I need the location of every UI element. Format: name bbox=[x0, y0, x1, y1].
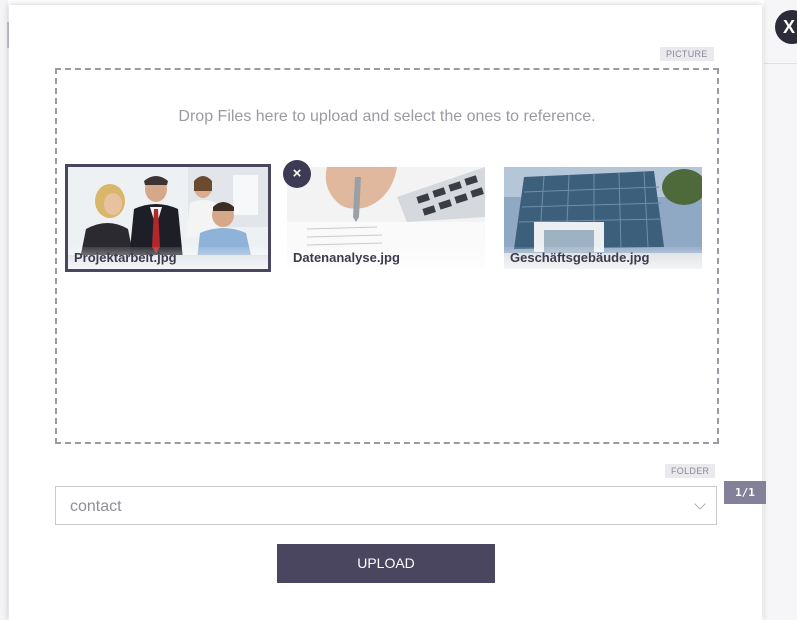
file-name-label: Datenanalyse.jpg bbox=[287, 247, 485, 269]
background-page-left bbox=[0, 0, 8, 620]
file-thumbnail-geschaeftsgebaeude[interactable]: Geschäftsgebäude.jpg bbox=[504, 167, 702, 269]
close-icon: × bbox=[292, 165, 302, 182]
file-name-label: Projektarbeit.jpg bbox=[68, 247, 268, 269]
dropzone-instructions: Drop Files here to upload and select the… bbox=[178, 108, 596, 125]
picture-label: PICTURE bbox=[660, 47, 714, 61]
file-thumbnail-projektarbeit[interactable]: Projektarbeit.jpg bbox=[65, 164, 271, 272]
folder-select[interactable]: contact bbox=[55, 486, 717, 525]
file-thumbnail-datenanalyse[interactable]: Datenanalyse.jpg bbox=[287, 167, 485, 269]
remove-file-button[interactable]: × bbox=[283, 160, 311, 188]
upload-button[interactable]: UPLOAD bbox=[277, 544, 495, 583]
pagination-indicator: 1/1 bbox=[724, 481, 766, 504]
chevron-down-icon bbox=[694, 498, 706, 510]
upload-modal: PICTURE Drop Files here to upload and se… bbox=[9, 5, 766, 620]
background-page-right bbox=[764, 0, 797, 620]
file-name-label: Geschäftsgebäude.jpg bbox=[504, 247, 702, 269]
folder-label: FOLDER bbox=[665, 464, 716, 478]
background-divider bbox=[764, 63, 797, 64]
folder-select-value: contact bbox=[70, 498, 122, 515]
file-dropzone[interactable]: Drop Files here to upload and select the… bbox=[55, 68, 766, 504]
